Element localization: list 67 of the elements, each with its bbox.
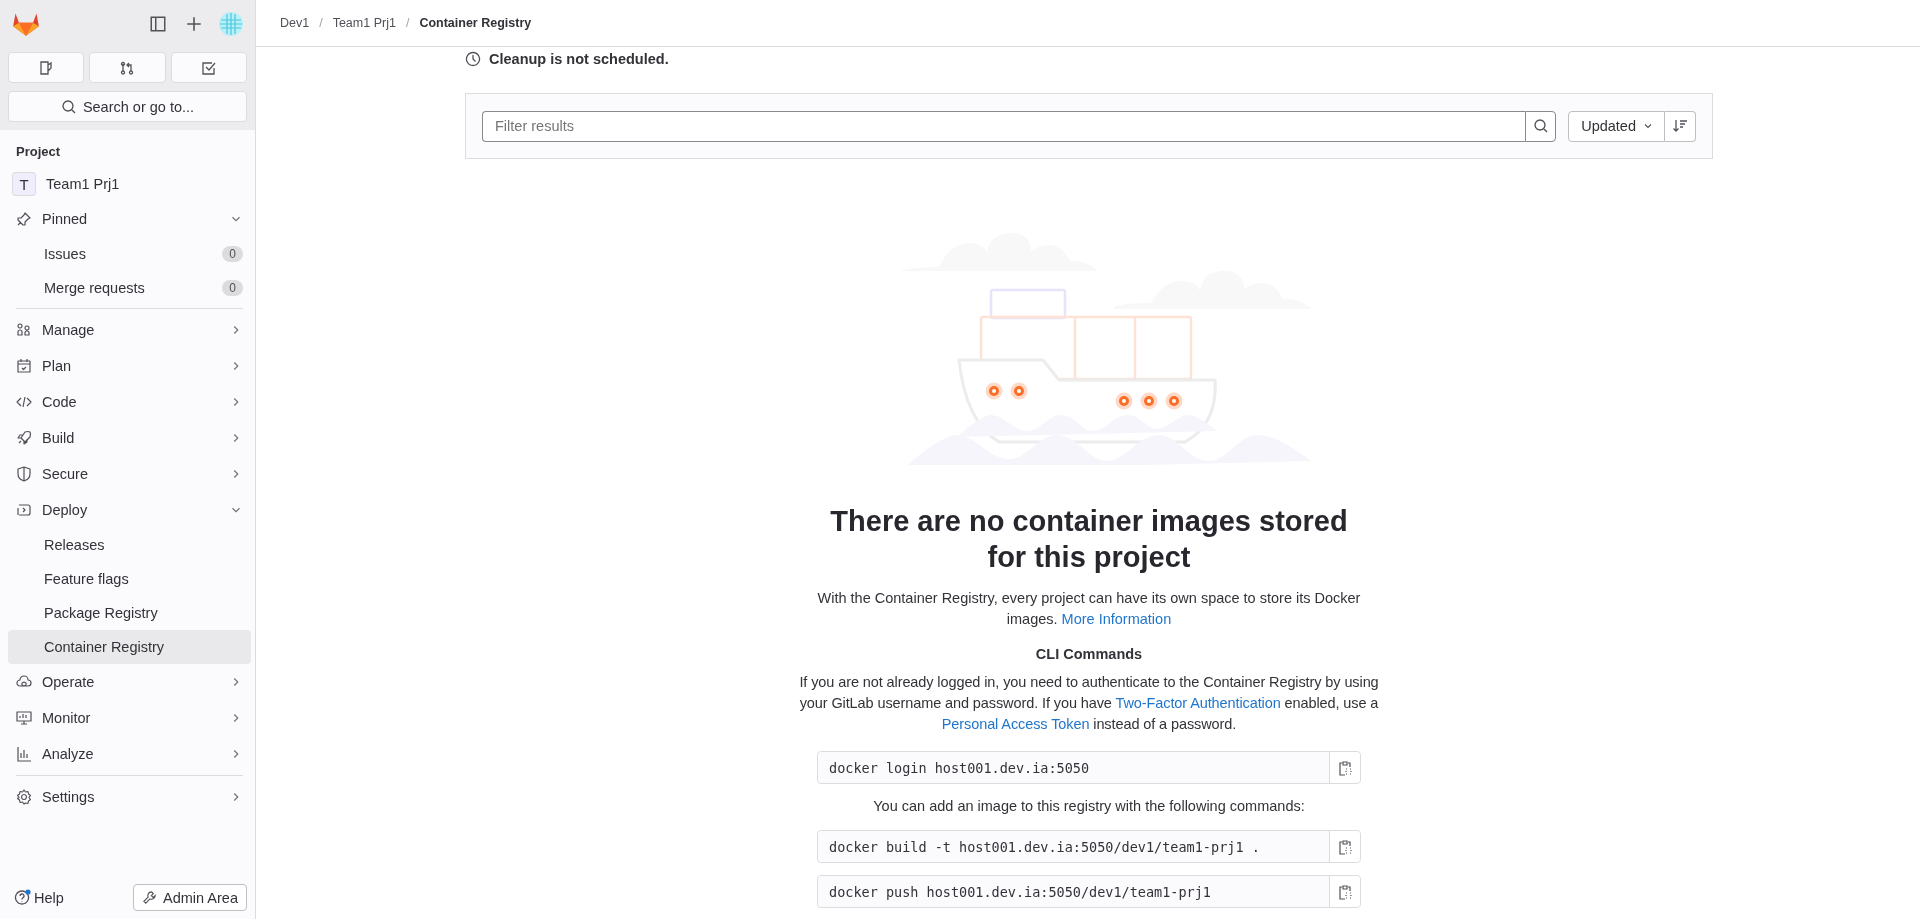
nav-group[interactable]: Operate: [8, 664, 251, 700]
more-information-link[interactable]: More Information: [1061, 611, 1172, 627]
sort-dropdown[interactable]: Updated: [1568, 110, 1665, 142]
nav-group[interactable]: Code: [8, 384, 251, 420]
empty-state-title: There are no container images stored for this project: [829, 504, 1349, 575]
empty-state-description: With the Container Registry, every project can have its own space to store its Docker images. More Information: [816, 589, 1362, 629]
help-icon: [14, 888, 32, 907]
nav-item[interactable]: Issues 0: [8, 237, 251, 271]
project-avatar: T: [12, 172, 36, 196]
sort-icon: [1672, 118, 1688, 134]
search-button[interactable]: Search or go to...: [8, 91, 247, 122]
issue-icon: [38, 59, 55, 76]
nav-item[interactable]: Container Registry: [8, 630, 251, 664]
nav-group[interactable]: Manage: [8, 312, 251, 348]
code-icon: [16, 394, 32, 410]
people-icon: [16, 322, 32, 338]
nav-item[interactable]: Merge requests 0: [8, 271, 251, 305]
nav-item[interactable]: Feature flags: [8, 562, 251, 596]
nav-group[interactable]: Deploy: [8, 492, 251, 528]
section-label: Project: [15, 143, 62, 161]
search-button[interactable]: [1525, 110, 1557, 142]
rocket-icon: [16, 430, 32, 446]
help-link[interactable]: Personal Access Token: [941, 716, 1090, 732]
nav-group[interactable]: Analyze: [8, 736, 251, 772]
chart-icon: [16, 746, 32, 762]
nav-item[interactable]: Package Registry: [8, 596, 251, 630]
nav-group[interactable]: Plan: [8, 348, 251, 384]
wrench-icon: [142, 890, 158, 905]
clock-icon: [465, 51, 481, 67]
breadcrumb-separator: /: [319, 16, 323, 30]
cleanup-status: Cleanup is not scheduled.: [489, 51, 669, 67]
calendar-icon: [16, 358, 32, 374]
nav-group[interactable]: Secure: [8, 456, 251, 492]
nav-item[interactable]: Releases: [8, 528, 251, 562]
settings-icon: [16, 789, 32, 805]
project-name: Team1 Prj1: [46, 176, 120, 192]
monitor-icon: [16, 710, 32, 726]
cloud-icon: [16, 674, 32, 690]
project-link[interactable]: T Team1 Prj1: [8, 167, 251, 201]
nav-group[interactable]: Pinned: [8, 201, 251, 237]
help-link[interactable]: Help: [14, 888, 64, 907]
filter-field[interactable]: Filter results: [482, 110, 1526, 142]
merge-requests-shortcut-button[interactable]: [89, 52, 166, 83]
breadcrumb-link[interactable]: Team1 Prj1: [332, 16, 396, 30]
checkbox-icon: [200, 59, 217, 76]
search-icon: [60, 98, 77, 115]
nav-group[interactable]: Build: [8, 420, 251, 456]
pin-icon: [16, 211, 32, 227]
search-icon: [1532, 118, 1549, 134]
deploy-icon: [16, 502, 32, 518]
sort-direction-button[interactable]: [1665, 110, 1696, 142]
breadcrumb-link[interactable]: Dev1: [280, 16, 310, 30]
nav-group[interactable]: Monitor: [8, 700, 251, 736]
shield-icon: [16, 466, 32, 482]
count-badge: 0: [222, 280, 243, 296]
login-instructions: If you are not already logged in, you need to authenticate to the Container Registry by using your GitLab username and password. If you have Two-Factor Authentication enabled, use a Personal Access Token instead of a password.: [799, 673, 1379, 734]
breadcrumb-separator: /: [405, 16, 410, 30]
help-link[interactable]: Two-Factor Authentication: [1115, 695, 1281, 711]
cli-commands-heading: CLI Commands: [1035, 645, 1143, 664]
merge-request-icon: [119, 59, 136, 76]
breadcrumb-link[interactable]: Container Registry: [419, 16, 532, 30]
admin-area-button[interactable]: Admin Area: [133, 884, 247, 911]
add-image-note: You can add an image to this registry with the following commands:: [873, 797, 1305, 816]
todo-shortcut-button[interactable]: [170, 52, 247, 83]
count-badge: 0: [222, 246, 243, 262]
issues-shortcut-button[interactable]: [8, 52, 85, 83]
nav-group[interactable]: Settings: [8, 779, 251, 815]
